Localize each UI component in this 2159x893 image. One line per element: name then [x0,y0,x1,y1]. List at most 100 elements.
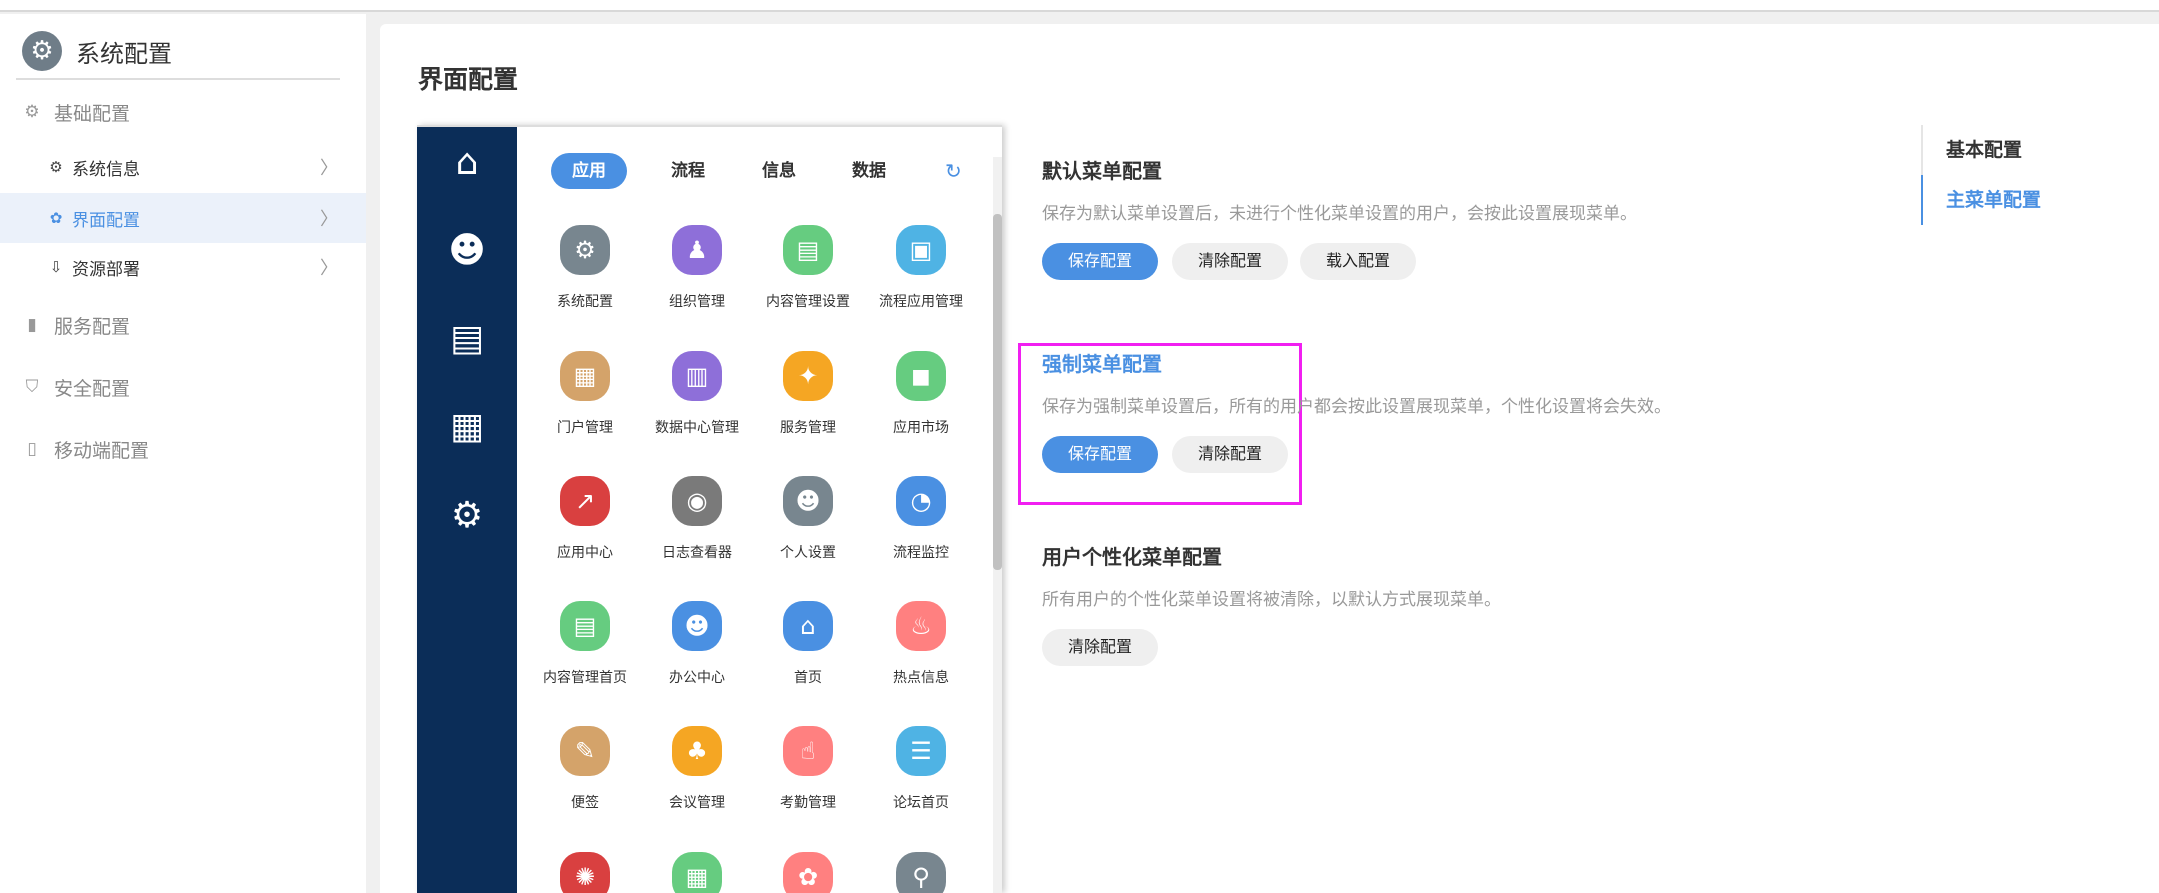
sidebar-item-mobile[interactable]: ▯ 移动端配置 [0,429,366,469]
app-icon: ☻ [783,476,833,526]
tab-info[interactable]: 信息 [754,153,804,189]
app-label: 热点信息 [893,670,949,686]
section-title-default: 默认菜单配置 [1042,159,1162,183]
app-label: 首页 [794,670,822,686]
app-item[interactable]: ☻ 个人设置 [752,476,864,562]
chevron-right-icon: 〉 [320,158,338,179]
app-label: 日志查看器 [662,545,732,561]
page-title: 界面配置 [418,65,519,94]
app-item[interactable]: ✺ [529,852,641,893]
sidebar-item-label: 服务配置 [54,315,131,338]
mobile-icon: ▯ [27,439,37,459]
gear-icon: ⚙ [24,102,40,122]
app-label: 会议管理 [669,795,725,811]
save-forced-button[interactable]: 保存配置 [1042,436,1158,473]
app-icon: ♣ [672,726,722,776]
app-label: 办公中心 [669,670,725,686]
sidebar-item-basic[interactable]: ⚙ 基础配置 [0,92,366,132]
clear-default-button[interactable]: 清除配置 [1172,243,1288,280]
tab-data[interactable]: 数据 [844,153,894,189]
sidebar-item-system-info[interactable]: ⚙ 系统信息 〉 [0,147,366,187]
news-icon[interactable]: ▤ [417,319,517,359]
app-item[interactable]: ✦ 服务管理 [752,351,864,437]
scrollbar[interactable] [993,157,1002,893]
tab-apps[interactable]: 应用 [551,153,627,189]
app-item[interactable]: ◼ 应用市场 [865,351,977,437]
section-desc-default: 保存为默认菜单设置后，未进行个性化菜单设置的用户，会按此设置展现菜单。 [1042,204,1637,224]
app-icon: ☰ [896,726,946,776]
app-label: 内容管理首页 [543,670,627,686]
section-title-personal: 用户个性化菜单配置 [1042,545,1222,569]
sidebar-item-security[interactable]: ⛉ 安全配置 [0,367,366,407]
app-icon: ♨ [896,601,946,651]
save-default-button[interactable]: 保存配置 [1042,243,1158,280]
app-label: 便签 [571,795,599,811]
app-icon: ⚙ [560,225,610,275]
calendar-icon[interactable]: ▦ [417,407,517,447]
app-icon: ✦ [783,351,833,401]
app-item[interactable]: ▤ 内容管理设置 [752,225,864,311]
app-icon: ↗ [560,476,610,526]
app-item[interactable]: ♣ 会议管理 [641,726,753,812]
app-item[interactable]: ⚲ [865,852,977,893]
office-icon[interactable]: ☻ [417,231,517,271]
app-item[interactable]: ⚙ 系统配置 [529,225,641,311]
sidebar-item-service[interactable]: ▮ 服务配置 [0,305,366,345]
app-item[interactable]: ▥ 数据中心管理 [641,351,753,437]
clear-personal-button[interactable]: 清除配置 [1042,629,1158,666]
app-item[interactable]: ▦ 门户管理 [529,351,641,437]
anchor-main-menu[interactable]: 主菜单配置 [1921,175,2121,225]
app-item[interactable]: ◔ 流程监控 [865,476,977,562]
app-item[interactable]: ↗ 应用中心 [529,476,641,562]
app-icon: ✺ [560,852,610,893]
sidebar: ⚙ 系统配置 ⚙ 基础配置 ⚙ 系统信息〉 ✿ 界面配置〉 ⇩ 资源部署〉 ▮ 服务配置 … [0,14,366,893]
app-item[interactable]: ✿ [752,852,864,893]
tab-process[interactable]: 流程 [663,153,713,189]
app-label: 应用中心 [557,545,613,561]
app-item[interactable]: ▣ 流程应用管理 [865,225,977,311]
deploy-icon: ⇩ [49,258,63,276]
chevron-right-icon: 〉 [320,209,338,230]
app-icon: ▤ [783,225,833,275]
app-label: 系统配置 [557,294,613,310]
app-label: 论坛首页 [893,795,949,811]
app-item[interactable]: ♟ 组织管理 [641,225,753,311]
app-icon: ◉ [672,476,722,526]
home-icon[interactable]: ⌂ [417,143,517,183]
palette-icon: ✿ [49,209,63,227]
app-label: 流程应用管理 [879,294,963,310]
app-item[interactable]: ⌂ 首页 [752,601,864,687]
app-item[interactable]: ▤ 内容管理首页 [529,601,641,687]
app-item[interactable]: ◉ 日志查看器 [641,476,753,562]
preview-nav: ⌂ ☻ ▤ ▦ ⚙ [417,127,517,893]
scrollbar-thumb[interactable] [993,214,1002,570]
chevron-right-icon: 〉 [320,258,338,279]
app-icon: ▦ [672,852,722,893]
refresh-icon[interactable]: ↻ [945,153,962,189]
load-default-button[interactable]: 载入配置 [1300,243,1416,280]
sidebar-item-resource-deploy[interactable]: ⇩ 资源部署 〉 [0,247,366,287]
app-icon: ☻ [672,601,722,651]
top-bar [0,0,2159,12]
sidebar-item-label: 基础配置 [54,102,131,125]
section-desc-forced: 保存为强制菜单设置后，所有的用户都会按此设置展现菜单，个性化设置将会失效。 [1042,397,1671,417]
anchor-basic[interactable]: 基本配置 [1921,125,2121,175]
app-item[interactable]: ☻ 办公中心 [641,601,753,687]
app-item[interactable]: ♨ 热点信息 [865,601,977,687]
app-label: 考勤管理 [780,795,836,811]
sidebar-item-ui-config[interactable]: ✿ 界面配置 〉 [0,193,366,243]
app-icon: ▥ [672,351,722,401]
app-item[interactable]: ☰ 论坛首页 [865,726,977,812]
section-title-forced: 强制菜单配置 [1042,352,1162,376]
menu-preview: ⌂ ☻ ▤ ▦ ⚙ 应用 流程 信息 数据 ↻ ⚙ 系统配置 ♟ 组织管理 ▤ 内容管理设… [417,125,1002,893]
app-label: 应用市场 [893,420,949,436]
app-icon: ♟ [672,225,722,275]
main-card: 界面配置 ⌂ ☻ ▤ ▦ ⚙ 应用 流程 信息 数据 ↻ ⚙ 系统配置 ♟ 组织管理 ▤… [380,24,2159,893]
sidebar-header: ⚙ 系统配置 [22,31,172,71]
clear-forced-button[interactable]: 清除配置 [1172,436,1288,473]
user-settings-icon[interactable]: ⚙ [417,496,517,536]
sidebar-item-label: 系统信息 [72,159,140,180]
app-item[interactable]: ▦ [641,852,753,893]
app-item[interactable]: ☝ 考勤管理 [752,726,864,812]
app-item[interactable]: ✎ 便签 [529,726,641,812]
